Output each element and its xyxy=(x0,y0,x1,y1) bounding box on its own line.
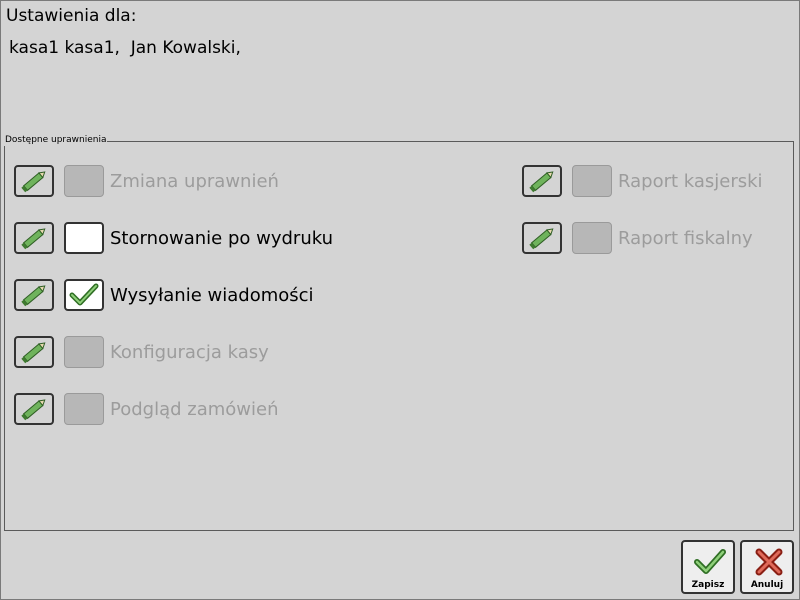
edit-permission-button[interactable] xyxy=(14,165,54,197)
permission-row-void-after-print: Stornowanie po wydruku xyxy=(14,221,333,255)
edit-permission-button[interactable] xyxy=(14,222,54,254)
settings-user: kasa1 kasa1, Jan Kowalski, xyxy=(9,38,241,58)
edit-permission-button[interactable] xyxy=(14,336,54,368)
cancel-button[interactable]: Anuluj xyxy=(740,540,794,594)
permission-row-order-preview: Podgląd zamówień xyxy=(14,392,279,426)
pencil-icon xyxy=(529,171,554,193)
permission-label: Zmiana uprawnień xyxy=(110,170,279,192)
permission-checkbox[interactable] xyxy=(64,393,104,425)
permission-checkbox[interactable] xyxy=(572,165,612,197)
permission-row-cashier-report: Raport kasjerski xyxy=(522,164,763,198)
save-button[interactable]: Zapisz xyxy=(681,540,735,594)
permission-label: Wysyłanie wiadomości xyxy=(110,284,314,306)
permission-label: Raport fiskalny xyxy=(618,227,753,249)
permission-label: Raport kasjerski xyxy=(618,170,763,192)
pencil-icon xyxy=(21,285,46,307)
pencil-icon xyxy=(21,399,46,421)
permission-row-fiscal-report: Raport fiskalny xyxy=(522,221,753,255)
checkmark-icon xyxy=(694,549,726,574)
edit-permission-button[interactable] xyxy=(522,165,562,197)
edit-permission-button[interactable] xyxy=(14,393,54,425)
close-icon xyxy=(755,548,783,576)
permission-checkbox[interactable] xyxy=(64,222,104,254)
pencil-icon xyxy=(21,342,46,364)
pencil-icon xyxy=(21,228,46,250)
permission-label: Konfiguracja kasy xyxy=(110,341,269,363)
pencil-icon xyxy=(21,171,46,193)
permissions-group-legend: Dostępne uprawnienia xyxy=(4,135,108,146)
permission-checkbox[interactable] xyxy=(64,279,104,311)
permission-row-register-config: Konfiguracja kasy xyxy=(14,335,269,369)
permission-row-change-permissions: Zmiana uprawnień xyxy=(14,164,279,198)
save-button-label: Zapisz xyxy=(691,580,725,590)
checkmark-icon xyxy=(69,283,99,306)
edit-permission-button[interactable] xyxy=(522,222,562,254)
pencil-icon xyxy=(529,228,554,250)
permission-row-send-messages: Wysyłanie wiadomości xyxy=(14,278,314,312)
permission-checkbox[interactable] xyxy=(64,165,104,197)
permission-label: Stornowanie po wydruku xyxy=(110,227,334,249)
settings-title: Ustawienia dla: xyxy=(6,6,137,26)
permission-checkbox[interactable] xyxy=(64,336,104,368)
permission-checkbox[interactable] xyxy=(572,222,612,254)
permission-label: Podgląd zamówień xyxy=(110,398,279,420)
edit-permission-button[interactable] xyxy=(14,279,54,311)
cancel-button-label: Anuluj xyxy=(750,580,784,590)
